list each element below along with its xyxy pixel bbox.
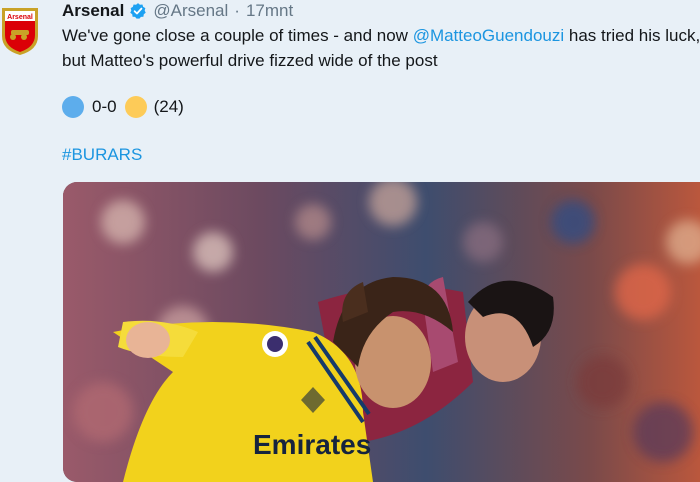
match-minute: (24) (153, 97, 184, 116)
author-name[interactable]: Arsenal (62, 1, 124, 21)
shirt-sponsor-text: Emirates (253, 429, 371, 460)
blue-circle-icon (62, 96, 84, 118)
score-line: 0-0 (24) (62, 94, 184, 120)
arsenal-crest-avatar[interactable]: Arsenal (0, 6, 40, 56)
header-separator: · (234, 1, 240, 20)
tweet-text-before: We've gone close a couple of times - and… (62, 26, 413, 45)
hashtag-link[interactable]: #BURARS (62, 145, 142, 165)
tweet-header: Arsenal @Arsenal · 17mnt (62, 0, 293, 22)
tweet-timestamp[interactable]: 17mnt (246, 1, 293, 21)
match-score: 0-0 (92, 97, 117, 116)
yellow-circle-icon (124, 96, 147, 118)
tweet-photo[interactable]: Emirates (63, 182, 700, 482)
crest-label: Arsenal (7, 14, 33, 21)
mention-link[interactable]: @MatteoGuendouzi (413, 26, 564, 45)
tweet-text: We've gone close a couple of times - and… (62, 23, 700, 73)
verified-badge-icon (129, 2, 147, 20)
author-handle[interactable]: @Arsenal (153, 1, 228, 21)
